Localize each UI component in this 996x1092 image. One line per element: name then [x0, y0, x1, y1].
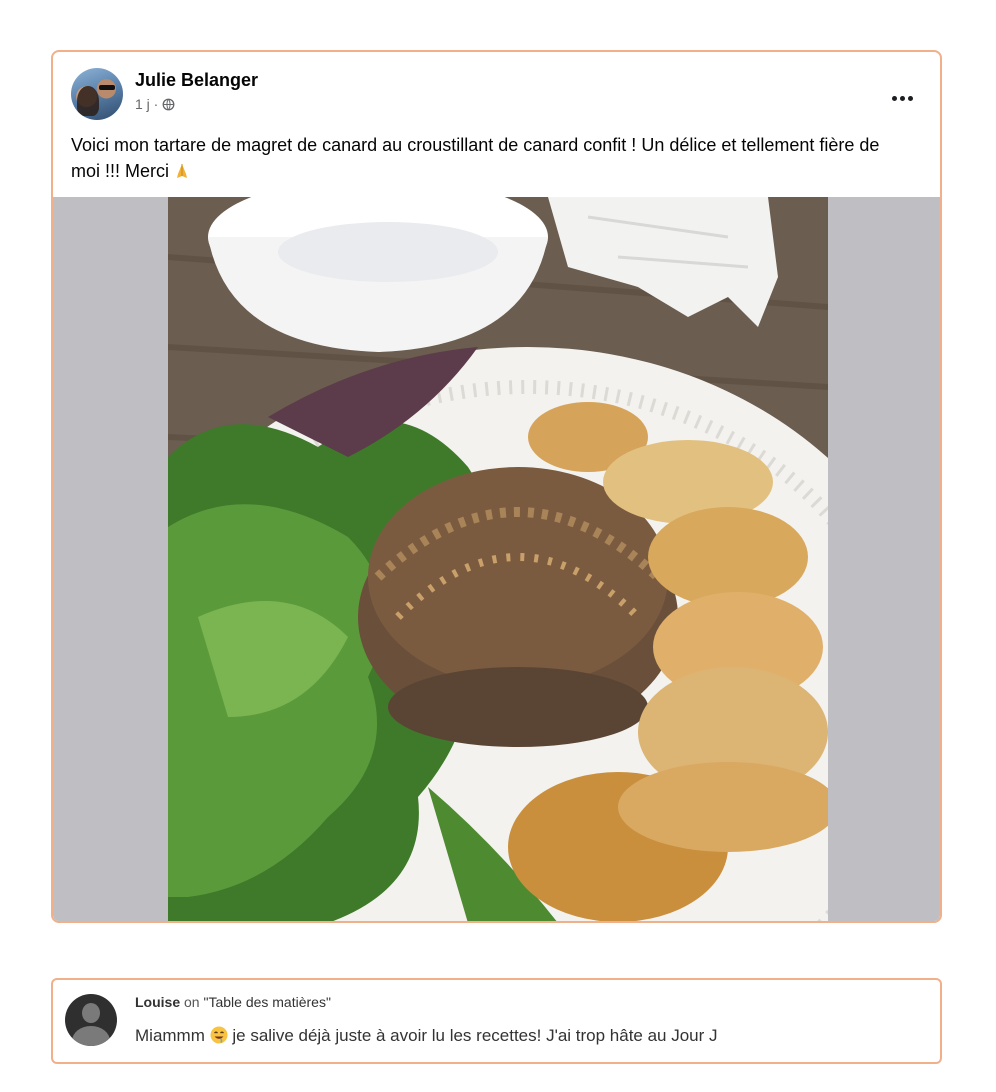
comment-reference[interactable]: "Table des matières" [203, 994, 330, 1010]
pray-icon [177, 164, 188, 178]
author-avatar[interactable] [71, 68, 123, 120]
post-time[interactable]: 1 j · [135, 96, 158, 112]
comment-avatar[interactable] [65, 994, 117, 1046]
drooling-face-icon [210, 1026, 228, 1044]
globe-icon [162, 98, 175, 110]
comment-on: on [184, 994, 200, 1010]
food-photo-drawing [168, 197, 828, 921]
post-meta: 1 j · [135, 96, 175, 112]
comment-header: Louise on "Table des matières" [135, 994, 331, 1010]
more-options-button[interactable] [888, 88, 916, 108]
post-text-content: Voici mon tartare de magret de canard au… [71, 135, 880, 181]
facebook-post-card: Julie Belanger 1 j · Voici mon tartare d… [51, 50, 942, 923]
comment-text-end: je salive déjà juste à avoir lu les rece… [232, 1026, 718, 1045]
post-text: Voici mon tartare de magret de canard au… [71, 132, 911, 184]
comment-author[interactable]: Louise [135, 994, 180, 1010]
comment-text: Miammm je salive déjà juste à avoir lu l… [135, 1026, 718, 1046]
food-photo[interactable] [168, 197, 828, 921]
author-name[interactable]: Julie Belanger [135, 70, 258, 91]
comment-card: Louise on "Table des matières" Miammm je… [51, 978, 942, 1064]
post-media[interactable] [53, 197, 940, 921]
post-header: Julie Belanger 1 j · [71, 66, 922, 126]
comment-text-start: Miammm [135, 1026, 205, 1045]
more-dots-icon [891, 95, 897, 101]
